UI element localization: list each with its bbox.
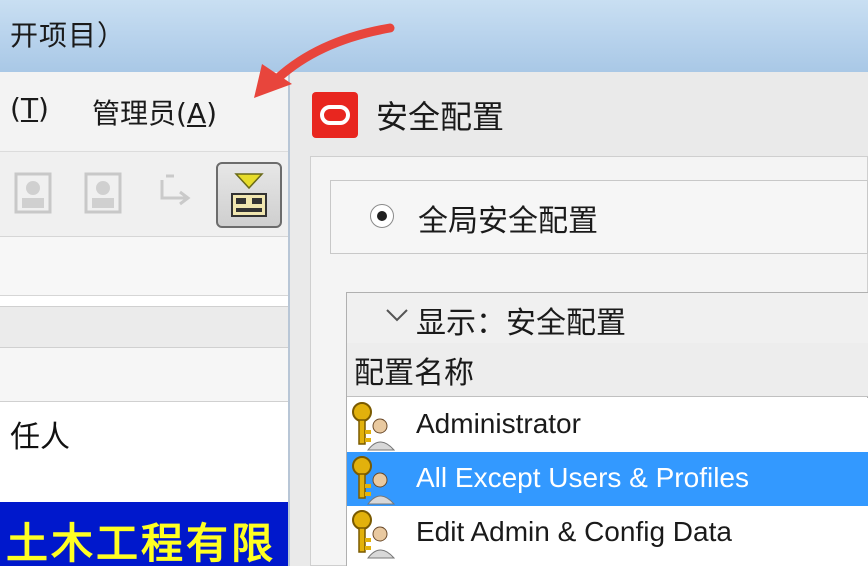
menu-tools[interactable]: (T) <box>10 92 49 125</box>
background-panel <box>0 236 300 296</box>
row-label: Edit Admin & Config Data <box>416 516 732 547</box>
menu-administrator[interactable]: 管理员(A) <box>92 92 217 132</box>
key-user-icon <box>348 400 398 452</box>
background-splitter <box>0 306 300 348</box>
company-banner-text: 土木工程有限 <box>6 519 277 568</box>
menu-accelerator-key: T <box>20 92 39 125</box>
background-window-titlebar <box>0 0 868 72</box>
global-security-radio-label[interactable]: 全局安全配置 <box>418 196 598 240</box>
background-window-title: 开项目） <box>10 19 127 52</box>
column-header-name: 配置名称 <box>354 356 474 391</box>
user-disabled-icon <box>10 168 56 218</box>
user-disabled-icon <box>80 168 126 218</box>
menu-accelerator-key: A <box>186 97 207 130</box>
radio-group <box>330 180 868 254</box>
key-user-icon <box>348 508 398 560</box>
row-label: All Except Users & Profiles <box>416 462 749 493</box>
radio-selected-dot <box>377 211 387 221</box>
key-user-icon <box>348 454 398 506</box>
refresh-disabled-icon <box>152 168 198 218</box>
oracle-icon-ring <box>320 105 350 125</box>
security-config-button[interactable] <box>216 162 282 228</box>
annotation-arrow <box>254 23 395 98</box>
row-label: Administrator <box>416 408 581 439</box>
list-group-label: 显示：安全配置 <box>416 306 626 341</box>
table-cell: 任人 <box>10 420 70 455</box>
background-panel <box>0 348 300 402</box>
filter-icon <box>231 173 267 217</box>
chevron-down-icon[interactable] <box>384 304 410 332</box>
